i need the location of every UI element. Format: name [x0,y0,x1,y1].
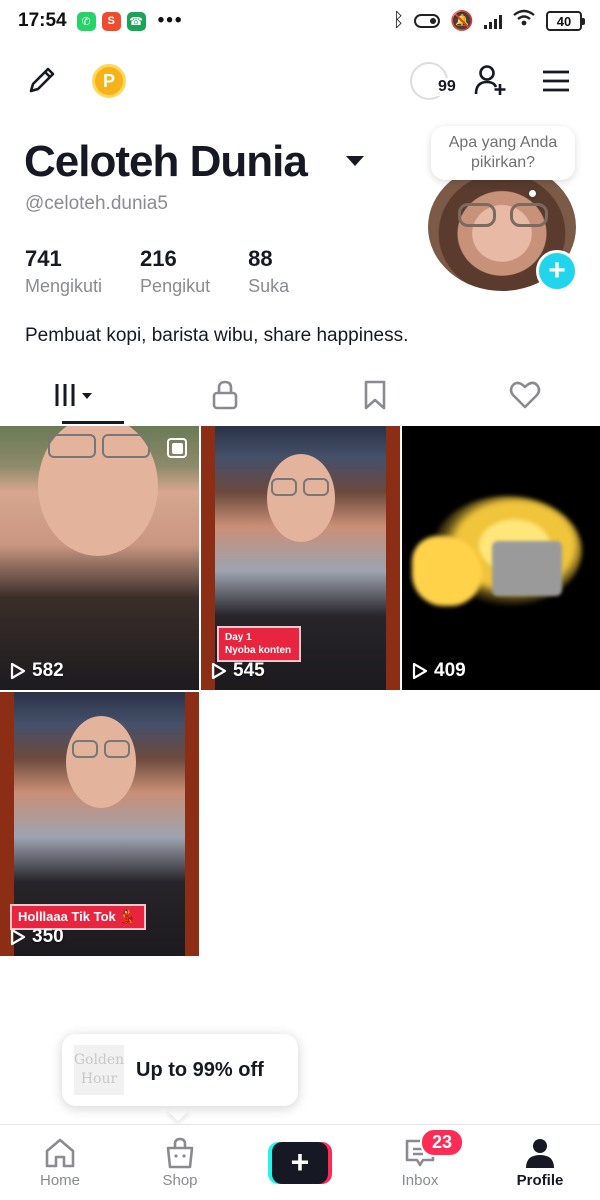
tab-videos[interactable] [0,366,150,424]
bluetooth-icon: ᛒ [392,10,405,31]
bottom-navigation: Home Shop + Inbox Profile [0,1124,600,1200]
sticker-line: Day 1 [225,632,252,643]
profile-top-bar: P 99 [0,58,600,104]
view-count-value: 350 [32,926,64,947]
view-count-value: 545 [233,660,265,681]
stat-likes[interactable]: 88 Suka [248,246,289,297]
story-count: 99 [436,78,458,96]
video-thumbnail[interactable]: Day 1 Nyoba konten 545 [201,426,400,690]
tab-saved[interactable] [300,366,450,424]
status-bar: 17:54 ✆ S ☎ ••• ᛒ 🔕 40 [0,0,600,42]
edit-pencil-icon[interactable] [24,62,60,98]
nav-label: Shop [162,1172,198,1189]
mute-bell-icon: 🔕 [450,11,474,32]
nav-label: Profile [516,1172,564,1189]
phone-icon: ☎ [126,11,146,31]
more-notifications-icon: ••• [157,10,184,31]
video-thumbnail[interactable]: 582 [0,426,199,690]
sticker-line: Nyoba konten [225,645,292,656]
view-count: 409 [412,660,466,682]
view-count: 582 [10,660,64,682]
play-icon [10,928,26,946]
bubble-tail-dot [529,190,536,197]
nav-label: Home [39,1172,80,1189]
grid-icon [55,384,92,406]
emoji-camera [492,541,562,596]
whatsapp-icon: ✆ [76,11,96,31]
nav-label: Inbox [401,1172,439,1189]
stat-label: Mengikuti [25,276,103,296]
create-plus-icon: + [268,1141,332,1184]
bookmark-icon [364,380,386,410]
promo-logo-line: Hour [80,1071,118,1087]
nav-home[interactable]: Home [0,1125,120,1200]
view-count-value: 409 [434,660,466,681]
inbox-badge: 23 [420,1128,465,1157]
stat-value: 88 [248,246,273,271]
nav-shop[interactable]: Shop [120,1125,240,1200]
thumb-glasses [271,478,329,496]
profile-tabs [0,366,600,424]
thumb-glasses [48,434,150,458]
battery-icon: 40 [546,11,585,31]
nav-create[interactable]: + [240,1125,360,1200]
signal-icon [484,13,502,29]
tab-liked[interactable] [450,366,600,424]
profile-bio: Pembuat kopi, barista wibu, share happin… [25,325,409,346]
thumb-face [267,454,335,542]
nav-profile[interactable]: Profile [480,1125,600,1200]
shopee-icon: S [101,11,121,31]
tab-private[interactable] [150,366,300,424]
status-time: 17:54 [18,10,67,31]
profile-stats: 741 Mengikuti 216 Pengikut 88 Suka [25,246,327,297]
video-thumbnail[interactable]: Holllaaa Tik Tok 💃 350 [0,692,199,956]
shop-promo-popup[interactable]: Golden Hour Up to 99% off [62,1034,298,1106]
menu-hamburger-icon[interactable] [539,64,573,98]
profile-icon [526,1139,554,1168]
stat-label: Pengikut [140,276,211,296]
play-icon [10,662,26,680]
play-icon [211,662,227,680]
wifi-icon [512,9,536,33]
shop-bag-icon [166,1137,194,1169]
promo-logo: Golden Hour [74,1045,124,1095]
text-sticker: Day 1 Nyoba konten [217,626,301,662]
multi-photo-icon [167,438,187,458]
promo-text: Up to 99% off [136,1058,264,1081]
status-thought-bubble[interactable]: Apa yang Anda pikirkan? [431,126,575,180]
play-icon [412,662,428,680]
stat-value: 216 [140,246,177,271]
toggle-icon [414,14,441,28]
account-switch-caret-icon[interactable] [346,156,364,166]
promo-logo-line: Golden [73,1052,125,1068]
coins-icon[interactable]: P [92,64,126,98]
add-friend-icon[interactable] [473,62,509,98]
home-icon [45,1138,75,1168]
view-count: 350 [10,926,64,948]
stat-value: 741 [25,246,62,271]
thumb-face [66,716,136,808]
stat-following[interactable]: 741 Mengikuti [25,246,102,297]
thumb-glasses [72,740,130,758]
video-thumbnail[interactable]: 409 [402,426,600,690]
heart-icon [509,381,541,409]
view-count: 545 [211,660,265,682]
add-story-plus-icon[interactable]: + [536,250,578,292]
stat-label: Suka [248,276,290,296]
lock-icon [212,380,238,410]
profile-name: Celoteh Dunia [24,137,308,186]
avatar-glasses [458,203,548,227]
view-count-value: 582 [32,660,64,681]
stat-followers[interactable]: 216 Pengikut [140,246,210,297]
profile-handle: @celoteh.dunia5 [25,193,168,214]
